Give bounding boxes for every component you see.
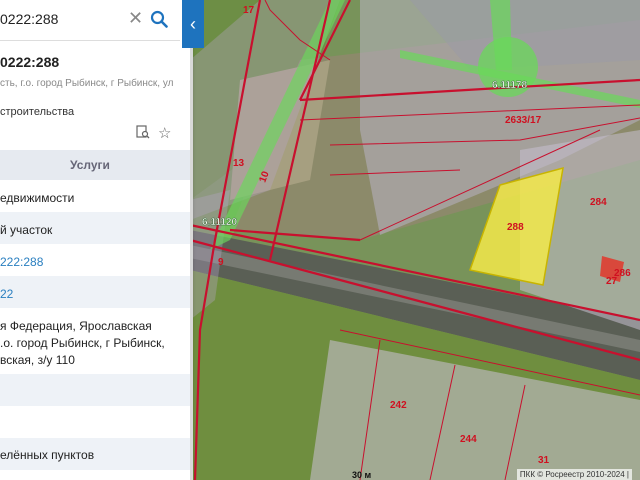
object-category: строительства: [0, 106, 75, 118]
list-item: [0, 374, 190, 406]
list-item[interactable]: 222:288: [0, 244, 190, 276]
object-title: 0222:288: [0, 54, 60, 70]
chevron-left-icon: ‹: [190, 13, 196, 34]
scale-label: 30 м: [352, 470, 372, 480]
tab-services[interactable]: Услуги: [70, 158, 110, 172]
parcel-label-2633-17: 2633/17: [505, 115, 542, 126]
parcel-label-286: 286: [614, 268, 631, 279]
list-item: елённых пунктов: [0, 438, 190, 470]
parcel-label-9: 9: [218, 257, 224, 268]
tab-bar: Услуги: [0, 150, 190, 180]
document-search-icon[interactable]: [136, 125, 150, 139]
list-item: й участок: [0, 212, 190, 244]
parcel-label-6-11120: 6.11120: [202, 217, 237, 228]
search-icon[interactable]: [150, 10, 168, 28]
parcel-label-31: 31: [538, 455, 550, 466]
map-credit: ПКК © Росреестр 2010-2024 |: [516, 469, 632, 480]
list-item: едвижимости: [0, 191, 75, 205]
parcel-label-13: 13: [233, 158, 245, 169]
collapse-panel-button[interactable]: ‹: [182, 0, 204, 48]
parcel-label-288: 288: [507, 222, 524, 233]
quarter-link[interactable]: 22: [0, 287, 13, 301]
star-icon[interactable]: ☆: [158, 124, 171, 142]
panel-scrollbar[interactable]: [190, 0, 193, 480]
parcel-label-242: 242: [390, 400, 407, 411]
object-address: сть, г.о. город Рыбинск, г Рыбинск, ул: [0, 78, 174, 89]
list-item: [0, 406, 190, 438]
parcel-label-284: 284: [590, 197, 607, 208]
search-bar[interactable]: 0222:288 ✕: [0, 0, 180, 41]
parcel-label-6-11178: 6.11178: [492, 80, 527, 91]
info-panel: 0222:288 ✕ 0222:288 сть, г.о. город Рыби…: [0, 0, 190, 480]
cadastral-number-link[interactable]: 222:288: [0, 255, 43, 269]
address-row: я Федерация, Ярославская .о. город Рыбин…: [0, 319, 165, 367]
parcel-label-244: 244: [460, 434, 477, 445]
list-item[interactable]: 22: [0, 276, 190, 308]
search-input[interactable]: 0222:288: [0, 11, 58, 27]
parcel-label-17: 17: [243, 5, 255, 16]
close-icon[interactable]: ✕: [128, 8, 143, 29]
